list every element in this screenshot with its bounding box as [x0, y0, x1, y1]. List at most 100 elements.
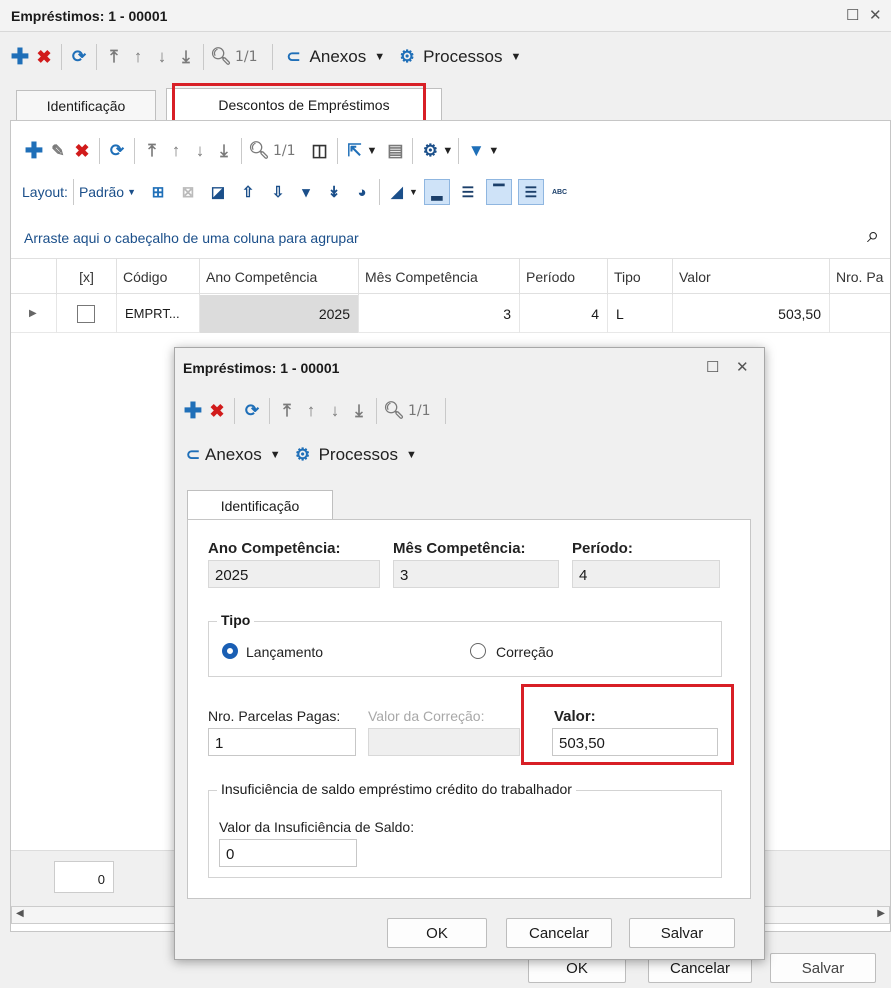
- chevron-down-icon[interactable]: ▼: [406, 449, 417, 461]
- col-header-tipo[interactable]: Tipo: [608, 259, 673, 295]
- anexos-menu[interactable]: Anexos: [310, 47, 367, 67]
- cell-nro-parcelas[interactable]: [830, 295, 890, 333]
- save-button[interactable]: Salvar: [629, 918, 735, 948]
- tab-descontos-emprestimos[interactable]: Descontos de Empréstimos: [166, 88, 442, 120]
- cell-valor[interactable]: 503,50: [673, 295, 830, 333]
- refresh-icon[interactable]: ⟳: [67, 44, 91, 70]
- last-record-icon[interactable]: ⤓: [347, 398, 371, 424]
- valor-field[interactable]: 503,50: [552, 728, 718, 756]
- scroll-left-icon[interactable]: ◀: [16, 908, 24, 919]
- next-record-icon[interactable]: ↓: [323, 398, 347, 424]
- group-by-area[interactable]: Arraste aqui o cabeçalho de uma coluna p…: [11, 218, 890, 256]
- search-icon[interactable]: 🔍︎: [247, 138, 271, 164]
- abc-icon[interactable]: ABC: [552, 189, 567, 196]
- last-record-icon[interactable]: ⤓: [212, 138, 236, 164]
- next-record-icon[interactable]: ↓: [150, 44, 174, 70]
- chevron-down-icon[interactable]: ▼: [511, 51, 522, 63]
- cancel-button[interactable]: Cancelar: [506, 918, 612, 948]
- refresh-icon[interactable]: ⟳: [105, 138, 129, 164]
- refresh-icon[interactable]: ⟳: [240, 398, 264, 424]
- lancamento-label[interactable]: Lançamento: [246, 644, 323, 660]
- scroll-right-icon[interactable]: ▶: [877, 908, 885, 919]
- first-record-icon[interactable]: ⤒: [102, 44, 126, 70]
- insert-icon[interactable]: ◪: [206, 179, 230, 205]
- color-icon[interactable]: ◕: [350, 179, 374, 205]
- cell-ano[interactable]: 2025: [200, 295, 359, 333]
- processos-menu[interactable]: Processos: [319, 445, 398, 465]
- gear-icon[interactable]: ⚙: [418, 138, 442, 164]
- tab-identificacao[interactable]: Identificação: [16, 90, 156, 120]
- insuficiencia-field[interactable]: 0: [219, 839, 357, 867]
- paint-icon[interactable]: ▾: [294, 179, 318, 205]
- search-icon[interactable]: 🔍︎: [209, 44, 233, 70]
- layout-split-icon[interactable]: ☰: [456, 179, 480, 205]
- chevron-down-icon[interactable]: ▼: [367, 145, 378, 157]
- col-header-codigo[interactable]: Código: [117, 259, 200, 295]
- delete-icon[interactable]: ✖: [70, 138, 94, 164]
- cell-periodo[interactable]: 4: [520, 295, 608, 333]
- anexos-menu[interactable]: Anexos: [205, 445, 262, 465]
- add-icon[interactable]: ✚: [22, 138, 46, 164]
- cell-mes[interactable]: 3: [359, 295, 520, 333]
- last-record-icon[interactable]: ⤓: [174, 44, 198, 70]
- close-icon[interactable]: ✕: [736, 358, 749, 376]
- chevron-down-icon[interactable]: ▼: [442, 145, 453, 157]
- maximize-icon[interactable]: ☐: [846, 6, 859, 24]
- chevron-down-icon[interactable]: ▼: [270, 449, 281, 461]
- previous-record-icon[interactable]: ↑: [299, 398, 323, 424]
- add-row-icon[interactable]: ⊞: [146, 179, 170, 205]
- next-record-icon[interactable]: ↓: [188, 138, 212, 164]
- col-header-mes[interactable]: Mês Competência: [359, 259, 520, 295]
- layout-select[interactable]: Padrão: [79, 184, 124, 200]
- ano-field[interactable]: 2025: [208, 560, 380, 588]
- first-record-icon[interactable]: ⤒: [275, 398, 299, 424]
- search-icon[interactable]: ⌕: [867, 222, 879, 248]
- chevron-down-icon[interactable]: ▼: [127, 187, 136, 197]
- periodo-field[interactable]: 4: [572, 560, 720, 588]
- table-row[interactable]: ▶ EMPRT... 2025 3 4 L 503,50: [11, 295, 890, 333]
- move-down-icon[interactable]: ⇩: [266, 179, 290, 205]
- parcelas-field[interactable]: 1: [208, 728, 356, 756]
- edit-icon[interactable]: ✎: [46, 138, 70, 164]
- columns-icon[interactable]: ◫: [308, 138, 332, 164]
- chevron-down-icon[interactable]: ▼: [409, 187, 418, 197]
- chart-icon[interactable]: ◢: [385, 179, 409, 205]
- correcao-label[interactable]: Correção: [496, 644, 554, 660]
- filter-icon[interactable]: ▼: [464, 138, 488, 164]
- mes-field[interactable]: 3: [393, 560, 559, 588]
- add-icon[interactable]: ✚: [8, 44, 32, 70]
- delete-icon[interactable]: ✖: [205, 398, 229, 424]
- delete-icon[interactable]: ✖: [32, 44, 56, 70]
- correcao-radio[interactable]: [470, 643, 486, 659]
- tab-identificacao[interactable]: Identificação: [187, 490, 333, 520]
- previous-record-icon[interactable]: ↑: [126, 44, 150, 70]
- add-icon[interactable]: ✚: [181, 398, 205, 424]
- maximize-icon[interactable]: ☐: [706, 358, 719, 376]
- processos-menu[interactable]: Processos: [423, 47, 502, 67]
- col-header-valor[interactable]: Valor: [673, 259, 830, 295]
- close-icon[interactable]: ✕: [869, 6, 882, 24]
- row-checkbox[interactable]: [77, 305, 95, 323]
- layout-stack-icon[interactable]: ☰: [517, 179, 544, 205]
- pin-icon[interactable]: ↡: [322, 179, 346, 205]
- move-up-icon[interactable]: ⇧: [236, 179, 260, 205]
- save-button[interactable]: Salvar: [770, 953, 876, 983]
- previous-record-icon[interactable]: ↑: [164, 138, 188, 164]
- cell-codigo[interactable]: EMPRT...: [117, 295, 200, 333]
- lancamento-radio[interactable]: [222, 643, 238, 659]
- layout-top-icon[interactable]: ▔: [485, 179, 512, 205]
- col-header-periodo[interactable]: Período: [520, 259, 608, 295]
- chevron-down-icon[interactable]: ▼: [374, 51, 385, 63]
- chevron-down-icon[interactable]: ▼: [488, 145, 499, 157]
- document-icon[interactable]: ▤: [383, 138, 407, 164]
- cell-tipo[interactable]: L: [608, 295, 673, 333]
- layout-bottom-icon[interactable]: ▂: [423, 179, 450, 205]
- search-icon[interactable]: 🔍︎: [382, 398, 406, 424]
- remove-row-icon[interactable]: ⊠: [176, 179, 200, 205]
- col-header-select[interactable]: [x]: [57, 259, 117, 295]
- export-icon[interactable]: ⇱: [343, 138, 367, 164]
- ok-button[interactable]: OK: [387, 918, 487, 948]
- first-record-icon[interactable]: ⤒: [140, 138, 164, 164]
- col-header-ano[interactable]: Ano Competência: [200, 259, 359, 295]
- col-header-nro-parcelas[interactable]: Nro. Pa: [830, 259, 890, 295]
